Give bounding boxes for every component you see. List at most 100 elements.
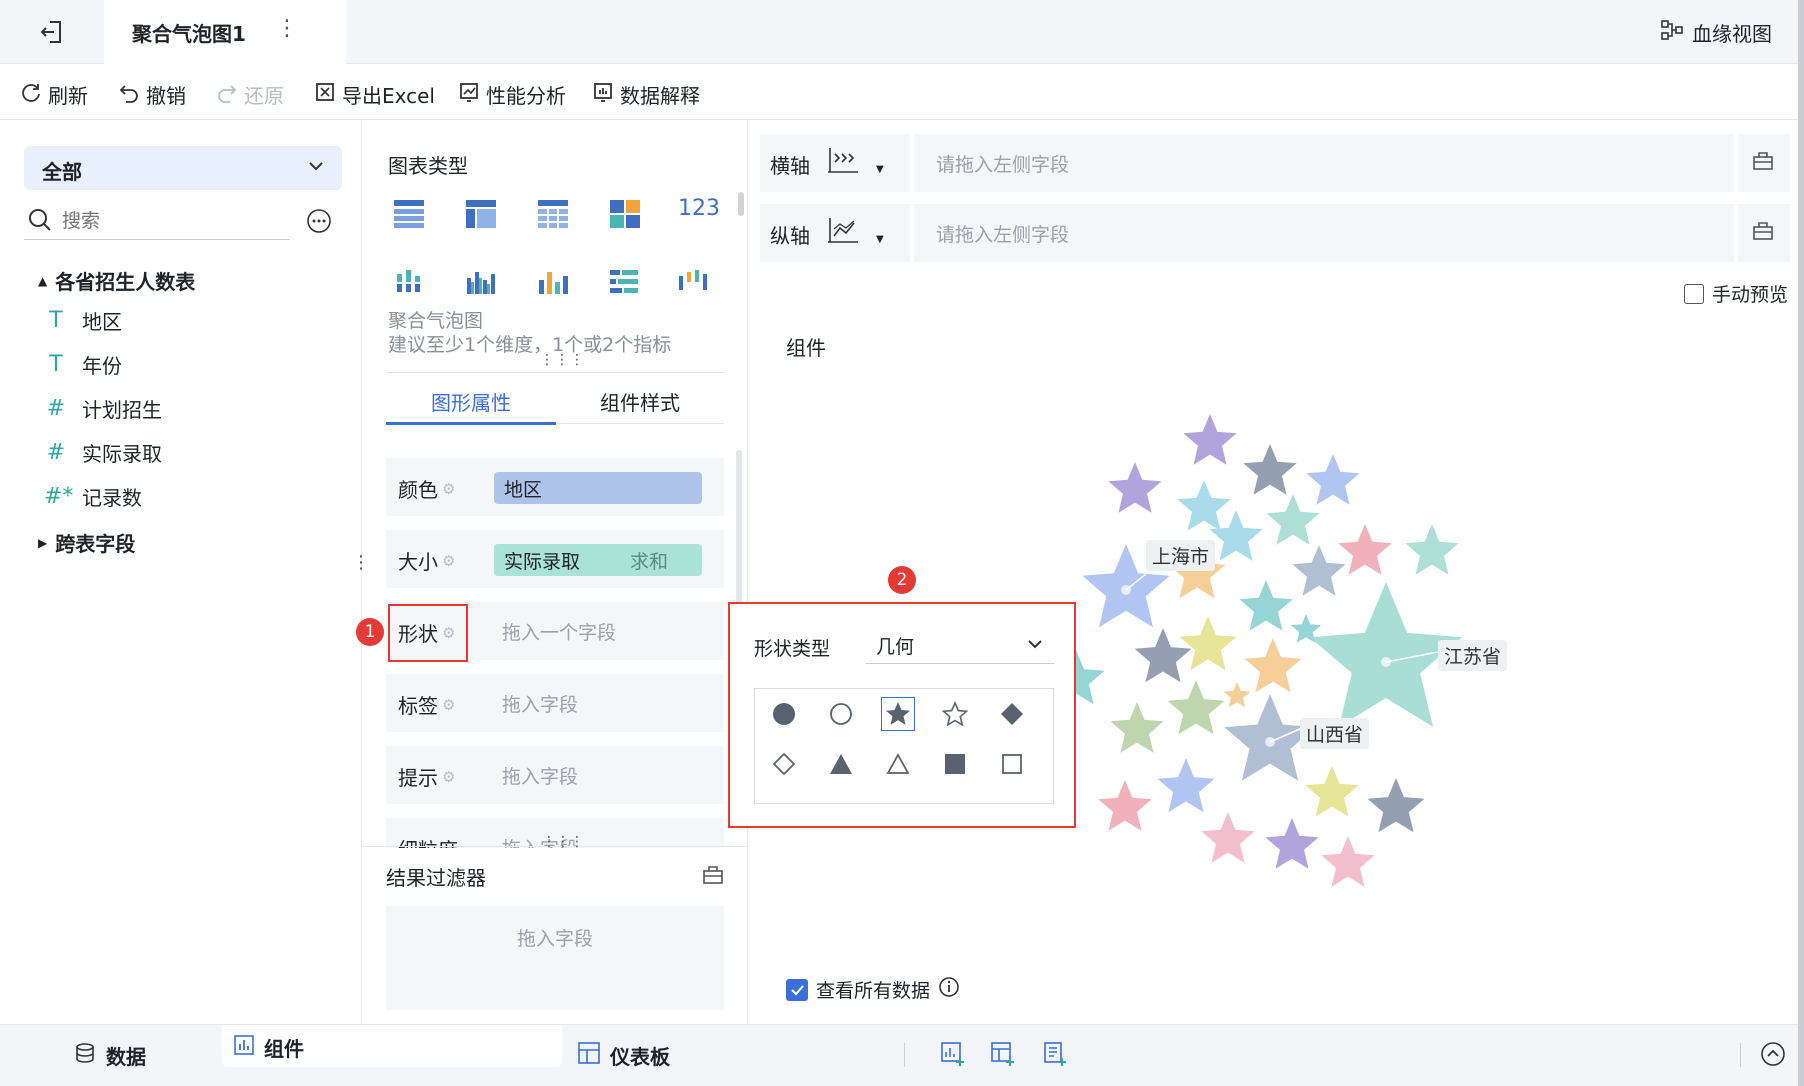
tab-component-active[interactable]: 组件 [222, 1025, 562, 1067]
bubble-star-mark[interactable] [1108, 462, 1162, 513]
add-component-icon[interactable] [940, 1041, 966, 1072]
field-item-record-count[interactable]: #* 记录数 [44, 482, 142, 511]
tab-dashboard[interactable]: 仪表板 [578, 1041, 670, 1070]
bubble-star-mark[interactable] [1244, 638, 1302, 693]
data-explain-button[interactable]: 数据解释 [592, 80, 700, 109]
document-tab[interactable]: 聚合气泡图1 ⋮ [104, 0, 346, 64]
drag-handle-icon[interactable]: ⋮⋮⋮ [540, 352, 585, 368]
size-field-pill[interactable]: 实际录取 求和 [494, 544, 702, 576]
filled-diamond-option[interactable] [995, 697, 1029, 731]
x-axis-settings[interactable] [1738, 134, 1790, 192]
more-icon[interactable]: ⋮ [276, 16, 298, 41]
bubble-star-mark[interactable] [1183, 414, 1237, 465]
bubble-star-mark[interactable] [1405, 524, 1459, 575]
drag-handle-icon[interactable]: ⋮⋮⋮ [542, 834, 584, 850]
info-icon[interactable] [938, 976, 960, 1003]
tab-data[interactable]: 数据 [74, 1041, 146, 1070]
view-all-data-toggle[interactable]: 查看所有数据 [786, 976, 960, 1003]
tab-component-style[interactable]: 组件样式 [556, 373, 724, 425]
hollow-square-option[interactable] [995, 747, 1029, 781]
cross-table-node[interactable]: ▶ 跨表字段 [38, 528, 135, 557]
field-item-region[interactable]: T 地区 [44, 306, 122, 335]
table-chart-icon[interactable] [394, 200, 424, 233]
bubble-star-mark[interactable] [1167, 680, 1225, 735]
filter-drop-zone[interactable]: 拖入字段 [386, 906, 724, 1010]
y-axis-settings[interactable] [1738, 204, 1790, 262]
tab-graph-properties[interactable]: 图形属性 [386, 373, 556, 425]
bubble-star-mark[interactable] [1223, 682, 1251, 708]
manual-preview-toggle[interactable]: 手动预览 [1684, 280, 1788, 307]
table-node[interactable]: ▲ 各省招生人数表 [38, 266, 195, 295]
gear-icon[interactable]: ⚙ [442, 768, 455, 786]
bubble-star-mark[interactable] [1306, 454, 1360, 505]
refresh-button[interactable]: 刷新 [20, 80, 88, 109]
hollow-star-option[interactable] [938, 697, 972, 731]
stacked-bar-icon[interactable] [394, 268, 424, 299]
y-axis-sort-icon[interactable] [826, 216, 860, 251]
hollow-diamond-option[interactable] [767, 747, 801, 781]
y-axis-drop-zone[interactable]: 请拖入左侧字段 [914, 204, 1734, 262]
label-drop-zone[interactable]: 拖入字段 [502, 690, 578, 717]
lineage-view-button[interactable]: 血缘视图 [1660, 18, 1772, 47]
exit-icon[interactable] [38, 18, 66, 46]
range-bar-icon[interactable] [678, 268, 708, 299]
bubble-star-mark[interactable] [1338, 524, 1392, 575]
hollow-triangle-option[interactable] [881, 747, 915, 781]
field-scope-dropdown[interactable]: 全部 [24, 146, 342, 190]
filled-square-option[interactable] [938, 747, 972, 781]
bubble-star-mark[interactable] [1110, 702, 1164, 753]
field-item-planned[interactable]: # 计划招生 [44, 394, 162, 423]
filled-triangle-option[interactable] [824, 747, 858, 781]
add-report-icon[interactable] [1042, 1041, 1068, 1072]
detail-table-chart-icon[interactable] [538, 200, 568, 233]
gear-icon[interactable]: ⚙ [442, 552, 455, 570]
search-box[interactable] [24, 204, 290, 240]
dropdown-caret-icon[interactable]: ▼ [876, 164, 884, 175]
export-excel-button[interactable]: 导出Excel [314, 80, 435, 109]
gear-icon[interactable]: ⚙ [442, 480, 455, 498]
horizontal-bar-icon[interactable] [610, 268, 640, 299]
x-axis-sort-icon[interactable] [826, 146, 860, 181]
more-options-icon[interactable] [306, 208, 332, 239]
bubble-star-mark[interactable] [1179, 616, 1237, 671]
undo-button[interactable]: 撤销 [118, 80, 186, 109]
field-item-year[interactable]: T 年份 [44, 350, 122, 379]
gear-icon[interactable]: ⚙ [442, 696, 455, 714]
bubble-star-mark[interactable] [1243, 444, 1297, 495]
kpi-number-icon[interactable]: 123 [678, 196, 720, 221]
checked-checkbox[interactable] [786, 978, 808, 1001]
field-item-admitted[interactable]: # 实际录取 [44, 438, 162, 467]
shape-drop-zone[interactable]: 拖入一个字段 [502, 618, 616, 645]
bubble-star-mark[interactable] [1098, 780, 1152, 831]
color-field-pill[interactable]: 地区 [494, 472, 702, 504]
dropdown-caret-icon[interactable]: ▼ [876, 234, 884, 245]
grouped-bar-icon[interactable] [466, 268, 496, 299]
search-input[interactable] [62, 206, 282, 236]
bubble-star-mark[interactable] [1201, 812, 1255, 863]
bubble-star-mark[interactable] [1209, 510, 1263, 561]
bubble-star-mark[interactable] [1367, 778, 1425, 833]
collapse-up-icon[interactable] [1760, 1041, 1786, 1072]
bubble-star-mark[interactable] [1134, 628, 1192, 683]
redo-button[interactable]: 还原 [216, 80, 284, 109]
treemap-chart-icon[interactable] [610, 200, 640, 233]
checkbox[interactable] [1684, 283, 1704, 304]
hollow-circle-option[interactable] [824, 697, 858, 731]
bar-chart-icon[interactable] [538, 268, 568, 299]
add-dashboard-icon[interactable] [990, 1041, 1016, 1072]
filled-star-option[interactable] [881, 697, 915, 731]
shape-type-select[interactable]: 几何 [866, 624, 1054, 664]
bubble-star-mark[interactable] [1177, 480, 1231, 531]
bubble-star-mark[interactable] [1265, 818, 1319, 869]
bubble-star-mark[interactable] [1321, 836, 1375, 887]
performance-analysis-button[interactable]: 性能分析 [458, 80, 566, 109]
tooltip-drop-zone[interactable]: 拖入字段 [502, 762, 578, 789]
bubble-star-mark[interactable] [1292, 545, 1346, 596]
scroll-thumb[interactable] [738, 192, 744, 216]
bubble-star-mark[interactable] [1266, 494, 1320, 545]
filled-circle-option[interactable] [767, 697, 801, 731]
bubble-star-mark[interactable] [1305, 766, 1359, 817]
bubble-star-mark[interactable] [1239, 580, 1293, 631]
x-axis-drop-zone[interactable]: 请拖入左侧字段 [914, 134, 1734, 192]
cross-table-chart-icon[interactable] [466, 200, 496, 233]
